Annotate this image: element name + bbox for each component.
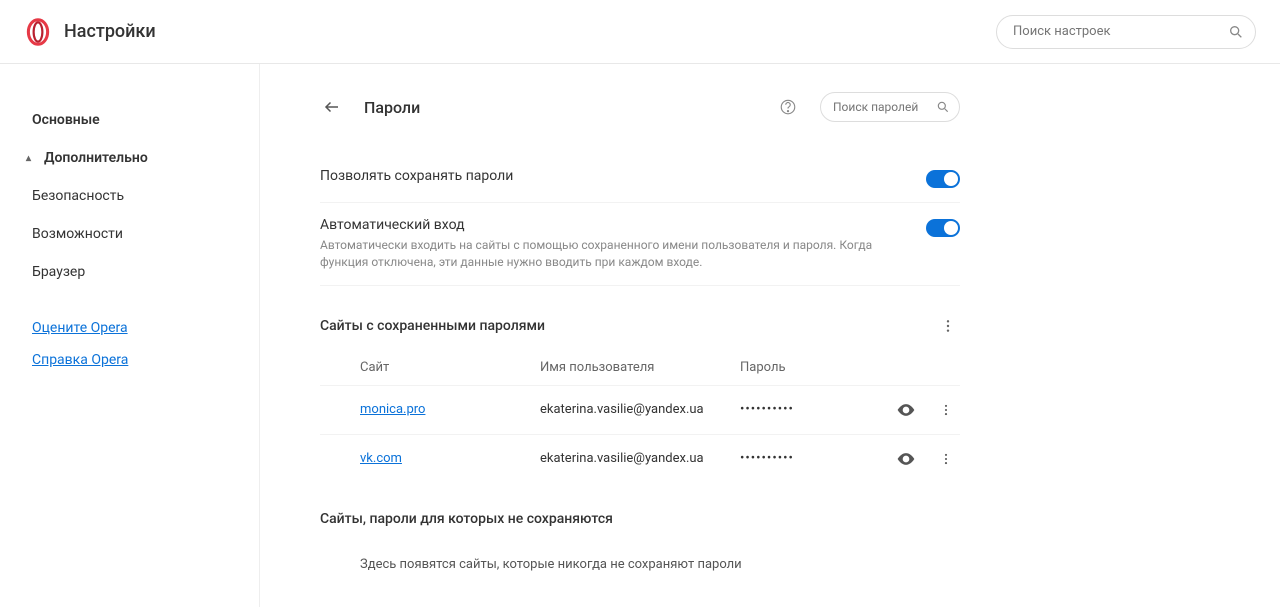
setting-auto-login-title: Автоматический вход [320,217,902,233]
table-row: monica.pro ekaterina.vasilie@yandex.ua •… [320,385,960,434]
table-row: vk.com ekaterina.vasilie@yandex.ua •••••… [320,434,960,483]
topbar: Настройки [0,0,1280,64]
table-header: Сайт Имя пользователя Пароль [320,350,960,385]
sidebar-divider [24,294,235,314]
help-icon[interactable] [776,95,800,119]
sidebar-item-advanced[interactable]: Дополнительно [24,142,235,174]
saved-section-title: Сайты с сохраненными паролями [320,318,545,334]
sidebar-item-main[interactable]: Основные [24,104,235,136]
site-link[interactable]: vk.com [360,451,402,466]
opera-logo-icon [24,18,52,46]
toggle-allow-save[interactable] [926,170,960,188]
never-section-title: Сайты, пароли для которых не сохраняются [320,511,613,527]
back-button[interactable] [320,95,344,119]
setting-auto-login: Автоматический вход Автоматически входит… [320,203,960,286]
body: Основные Дополнительно Безопасность Возм… [0,64,1280,607]
setting-allow-save: Позволять сохранять пароли [320,154,960,203]
global-search [996,15,1256,49]
password-cell: •••••••••• [740,402,860,417]
never-section-empty: Здесь появятся сайты, которые никогда не… [320,539,960,590]
row-more-button[interactable] [936,449,956,469]
sidebar: Основные Дополнительно Безопасность Возм… [0,64,260,607]
sidebar-link-help[interactable]: Справка Opera [24,346,235,374]
user-cell: ekaterina.vasilie@yandex.ua [540,451,740,466]
toggle-auto-login[interactable] [926,219,960,237]
row-more-button[interactable] [936,400,956,420]
col-user: Имя пользователя [540,360,740,375]
sidebar-link-rate[interactable]: Оцените Opera [24,314,235,342]
site-link[interactable]: monica.pro [360,402,425,417]
page-search [820,92,960,122]
search-icon [1228,24,1244,40]
password-cell: •••••••••• [740,451,860,466]
reveal-password-button[interactable] [896,449,916,469]
sidebar-item-features[interactable]: Возможности [24,218,235,250]
user-cell: ekaterina.vasilie@yandex.ua [540,402,740,417]
search-icon [936,100,950,114]
sidebar-item-security[interactable]: Безопасность [24,180,235,212]
page-title: Пароли [364,98,764,117]
setting-allow-save-title: Позволять сохранять пароли [320,168,902,184]
reveal-password-button[interactable] [896,400,916,420]
never-save-section: Сайты, пароли для которых не сохраняются… [320,511,960,590]
saved-passwords-section: Сайты с сохраненными паролями Сайт Имя п… [320,314,960,483]
setting-auto-login-desc: Автоматически входить на сайты с помощью… [320,237,902,271]
page-main-title: Настройки [64,21,156,42]
col-pass: Пароль [740,360,860,375]
col-site: Сайт [360,360,540,375]
sidebar-item-browser[interactable]: Браузер [24,256,235,288]
main-content: Пароли Позволять сохранять пароли [260,64,1280,607]
page-header: Пароли [320,92,960,122]
topbar-left: Настройки [24,18,156,46]
global-search-input[interactable] [996,15,1256,49]
section-more-button[interactable] [936,314,960,338]
